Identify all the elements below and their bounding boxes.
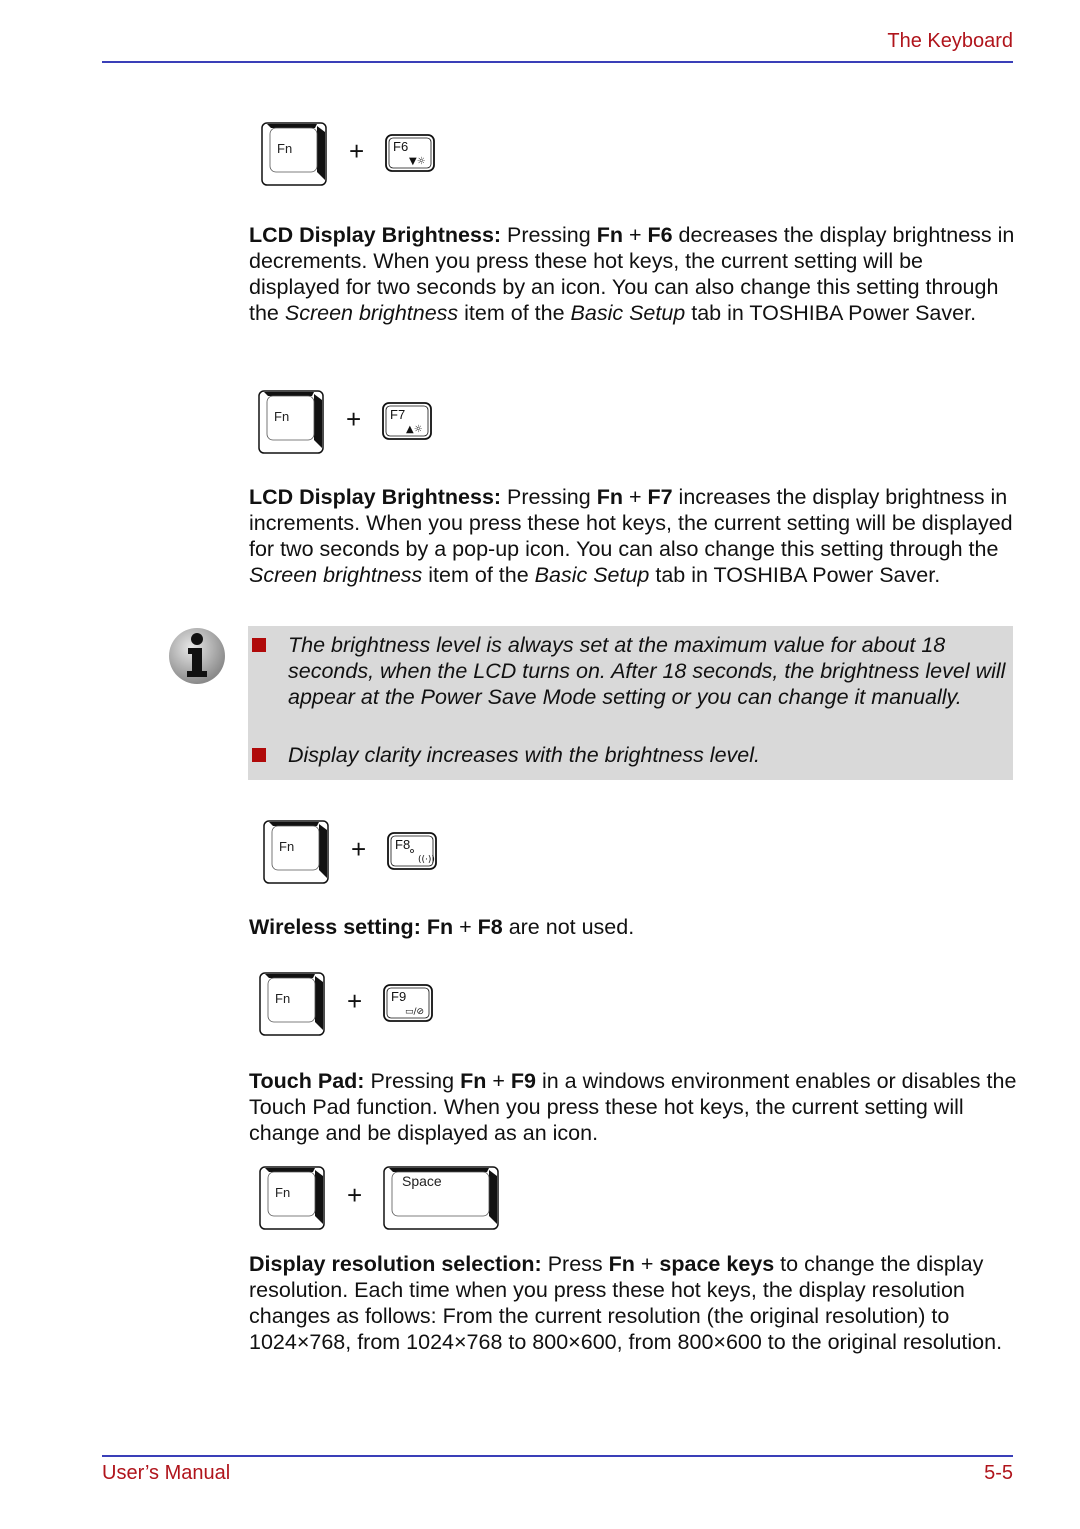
fn-key-icon: Fn (263, 820, 329, 884)
f9-description: Touch Pad: Pressing Fn + F9 in a windows… (249, 1069, 1017, 1145)
f6-brightness-down-key-icon: F6 ▼☼ (385, 134, 435, 172)
key-combo-fn-f8: Fn + F8 ((·)) (263, 820, 443, 890)
key-combo-fn-f7: Fn + F7 ▲☼ (258, 390, 438, 460)
svg-text:Fn: Fn (277, 141, 292, 156)
svg-text:F7: F7 (390, 407, 405, 422)
key-combo-fn-f6: Fn + F6 ▼☼ (261, 122, 441, 192)
plus-sign: + (349, 136, 365, 166)
page-number: 5-5 (984, 1462, 1013, 1484)
svg-text:Fn: Fn (274, 409, 289, 424)
space-key-icon: Space (383, 1166, 499, 1230)
svg-text:((·)): ((·)) (418, 855, 435, 865)
svg-text:F9: F9 (391, 989, 406, 1004)
plus-sign: + (346, 404, 362, 434)
fn-key-icon: Fn (259, 1166, 325, 1230)
svg-text:Fn: Fn (275, 991, 290, 1006)
svg-text:▲☼: ▲☼ (406, 424, 423, 435)
svg-text:▭/⊘: ▭/⊘ (405, 1007, 424, 1017)
fn-key-icon: Fn (259, 972, 325, 1036)
bullet-square (252, 748, 266, 762)
svg-text:F8: F8 (395, 837, 410, 852)
f7-description: LCD Display Brightness: Pressing Fn + F7… (249, 485, 1013, 587)
f6-description: LCD Display Brightness: Pressing Fn + F6… (249, 223, 1015, 325)
plus-sign: + (347, 986, 363, 1016)
fn-key-icon: Fn (258, 390, 324, 454)
f7-brightness-up-key-icon: F7 ▲☼ (382, 402, 432, 440)
note-item: Display clarity increases with the brigh… (252, 742, 1008, 768)
f8-wireless-key-icon: F8 ((·)) (387, 832, 437, 870)
space-description: Display resolution selection: Press Fn +… (249, 1252, 1003, 1354)
note-item: The brightness level is always set at th… (252, 632, 1008, 710)
key-combo-fn-space: Fn + Space (259, 1166, 509, 1236)
running-header-title: The Keyboard (887, 30, 1013, 52)
svg-text:Fn: Fn (275, 1185, 290, 1200)
footer-rule (102, 1455, 1013, 1457)
bullet-square (252, 638, 266, 652)
svg-text:Space: Space (402, 1173, 442, 1189)
plus-sign: + (347, 1180, 363, 1210)
header-rule (102, 61, 1013, 63)
svg-text:Fn: Fn (279, 839, 294, 854)
svg-text:▼☼: ▼☼ (409, 156, 426, 167)
f9-touchpad-key-icon: F9 ▭/⊘ (383, 984, 433, 1022)
info-icon (169, 628, 225, 684)
f8-description: Wireless setting: Fn + F8 are not used. (249, 915, 635, 939)
svg-text:F6: F6 (393, 139, 408, 154)
key-combo-fn-f9: Fn + F9 ▭/⊘ (259, 972, 439, 1042)
plus-sign: + (351, 834, 367, 864)
fn-key-icon: Fn (261, 122, 327, 186)
note-box: The brightness level is always set at th… (248, 626, 1013, 780)
footer-manual-title: User’s Manual (102, 1462, 231, 1484)
